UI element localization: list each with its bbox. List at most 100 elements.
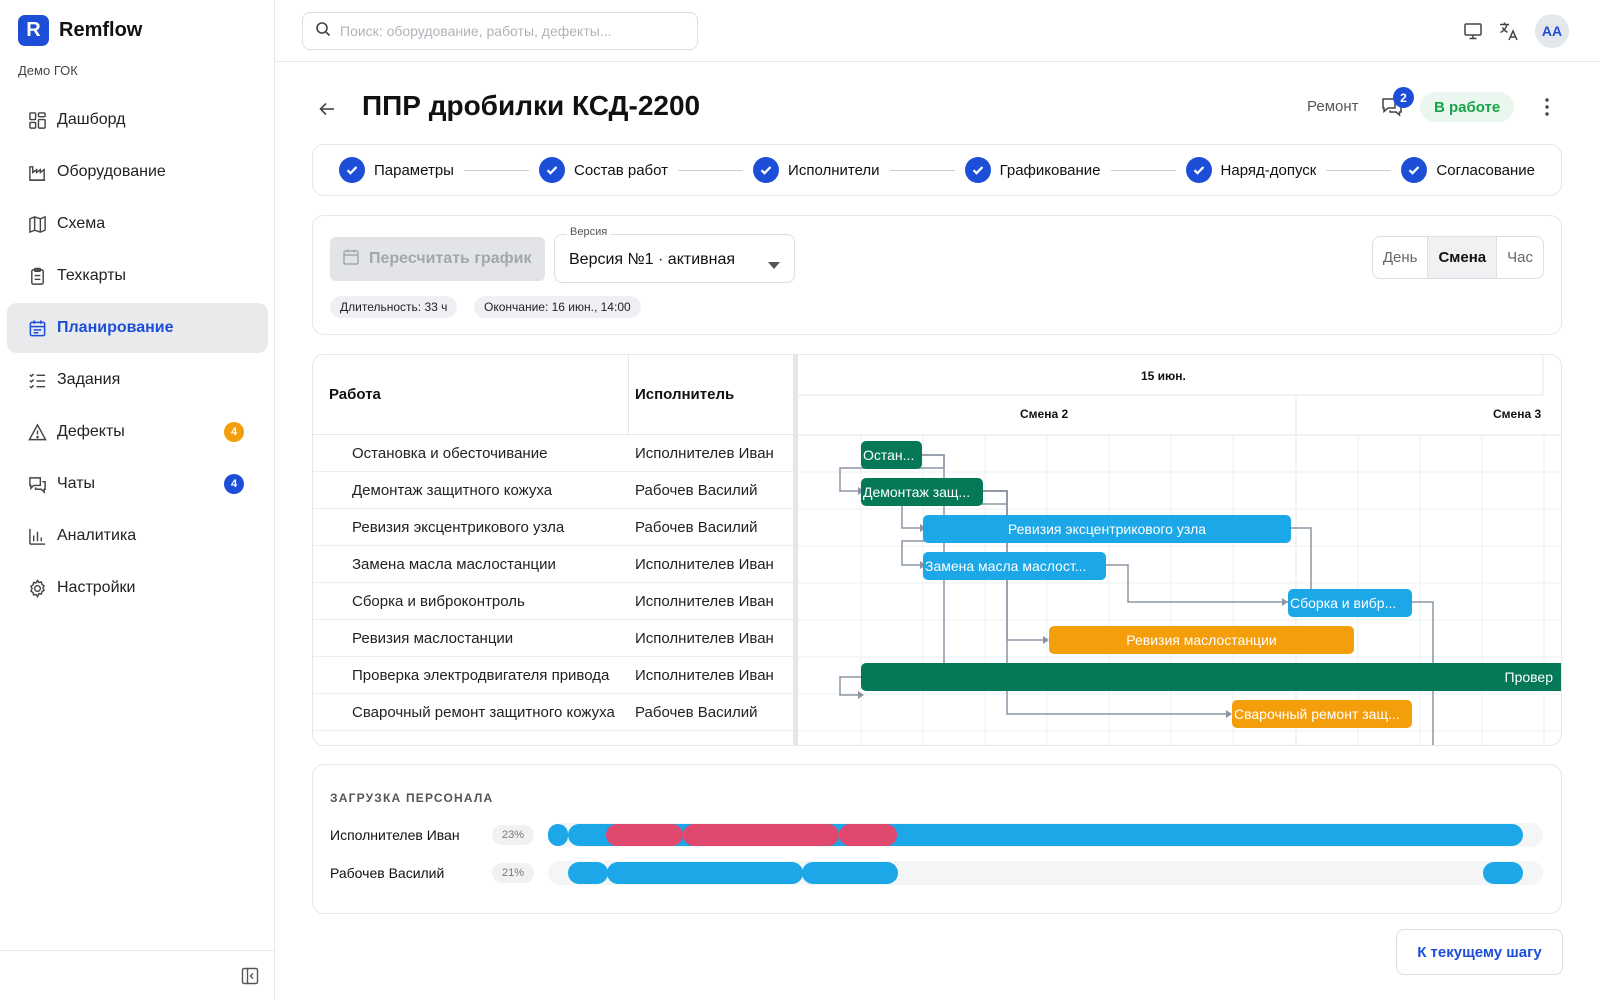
step-connector [1326, 169, 1392, 171]
bar-chart-icon [27, 526, 47, 546]
user-avatar[interactable]: AA [1535, 14, 1569, 48]
version-select[interactable]: Версия №1 · активная [554, 234, 795, 283]
clipboard-icon [27, 266, 47, 286]
sidebar-item-defects[interactable]: Дефекты 4 [7, 407, 268, 457]
step-parameters[interactable]: Параметры [339, 157, 454, 183]
column-header-work: Работа [313, 355, 629, 435]
sidebar-footer [0, 950, 275, 1000]
sidebar-item-label: Схема [57, 215, 106, 232]
workload-overload-segment [606, 824, 683, 846]
step-executors[interactable]: Исполнители [753, 157, 880, 183]
task-name: Ревизия эксцентрикового узла [352, 518, 565, 536]
table-row[interactable]: Замена масла маслостанции Исполнителев Ив… [313, 546, 793, 583]
table-row[interactable]: Демонтаж защитного кожуха Рабочев Василий [313, 472, 793, 509]
brand-name: Remflow [59, 19, 143, 41]
task-executor: Исполнителев Иван [635, 592, 774, 610]
status-badge[interactable]: В работе [1420, 92, 1515, 122]
gear-icon [27, 578, 47, 598]
task-name: Сборка и виброконтроль [352, 592, 525, 610]
gantt-bar[interactable]: Ревизия эксцентрикового узла [923, 515, 1291, 543]
search-input[interactable] [340, 23, 680, 39]
task-executor: Исполнителев Иван [635, 629, 774, 647]
recalculate-schedule-button[interactable]: Пересчитать график [330, 237, 545, 281]
defects-count-badge: 4 [224, 422, 244, 442]
scale-day-option[interactable]: День [1373, 237, 1429, 278]
collapse-sidebar-icon[interactable] [239, 965, 261, 987]
workload-track[interactable] [548, 861, 1543, 885]
sidebar-item-label: Техкарты [57, 267, 127, 284]
workload-segment [548, 824, 568, 846]
main-content: ППР дробилки КСД-2200 Ремонт 2 В работе … [275, 62, 1600, 1000]
page-title: ППР дробилки КСД-2200 [362, 90, 701, 121]
map-icon [27, 214, 47, 234]
table-row[interactable]: Сборка и виброконтроль Исполнителев Иван [313, 583, 793, 620]
brand[interactable]: R Remflow [18, 15, 142, 46]
wizard-stepper: Параметры Состав работ Исполнители Графи… [312, 144, 1562, 196]
step-approval[interactable]: Согласование [1401, 157, 1535, 183]
gantt-bar[interactable]: Замена масла маслост... [923, 552, 1106, 580]
task-name: Ревизия маслостанции [352, 629, 514, 647]
version-value: Версия №1 · активная [569, 251, 736, 268]
workload-segment [568, 862, 608, 884]
sidebar-item-dashboard[interactable]: Дашборд [7, 95, 268, 145]
step-work-composition[interactable]: Состав работ [539, 157, 668, 183]
gantt-bar[interactable]: Остан... [861, 441, 922, 469]
task-name: Остановка и обесточивание [352, 444, 548, 462]
sidebar-item-settings[interactable]: Настройки [7, 563, 268, 613]
org-name: Демо ГОК [18, 63, 78, 78]
staff-workload-panel: ЗАГРУЗКА ПЕРСОНАЛА Исполнителев Иван 23%… [312, 764, 1562, 914]
sidebar-item-analytics[interactable]: Аналитика [7, 511, 268, 561]
sidebar-item-chats[interactable]: Чаты 4 [7, 459, 268, 509]
remflow-logo-icon: R [18, 15, 49, 46]
gantt-bar[interactable]: Сборка и вибр... [1288, 589, 1412, 617]
sidebar-item-tasks[interactable]: Задания [7, 355, 268, 405]
step-scheduling[interactable]: Графикование [964, 157, 1101, 183]
table-row[interactable]: Ревизия эксцентрикового узла Рабочев Васи… [313, 509, 793, 546]
table-row[interactable]: Ревизия маслостанции Исполнителев Иван [313, 620, 793, 657]
sidebar-item-planning[interactable]: Планирование [7, 303, 268, 353]
translate-icon[interactable] [1496, 18, 1522, 44]
gantt-bar[interactable]: Сварочный ремонт защ... [1232, 700, 1412, 728]
more-vertical-icon[interactable] [1537, 95, 1557, 119]
sidebar-item-techcards[interactable]: Техкарты [7, 251, 268, 301]
gantt-bar[interactable]: Ревизия маслостанции [1049, 626, 1354, 654]
caret-down-icon [768, 256, 780, 274]
sidebar-item-scheme[interactable]: Схема [7, 199, 268, 249]
checklist-icon [27, 370, 47, 390]
monitor-icon[interactable] [1460, 18, 1486, 44]
go-to-current-step-button[interactable]: К текущему шагу [1396, 929, 1563, 975]
table-row[interactable]: Остановка и обесточивание Исполнителев Ив… [313, 435, 793, 472]
task-name: Сварочный ремонт защитного кожуха [352, 703, 615, 721]
gantt-bar[interactable]: Демонтаж защ... [861, 478, 983, 506]
workload-overload-segment [839, 824, 897, 846]
chat-icon [27, 474, 47, 494]
workload-track[interactable] [548, 823, 1543, 847]
workload-overload-segment [683, 824, 839, 846]
table-row[interactable]: Сварочный ремонт защитного кожуха Рабочев… [313, 694, 793, 731]
scale-hour-option[interactable]: Час [1497, 237, 1543, 278]
scale-shift-option[interactable]: Смена [1428, 237, 1498, 278]
timeline-day-label: 15 июн. [1141, 369, 1186, 383]
check-icon [539, 157, 565, 183]
gantt-bar[interactable]: Провер [861, 663, 1561, 691]
dashboard-icon [27, 110, 47, 130]
gantt-timeline[interactable]: 15 июн. Смена 2 Смена 3 Остан... Демонта… [798, 355, 1561, 745]
gantt-task-table: Работа Исполнитель Остановка и обесточив… [313, 355, 793, 745]
step-connector [889, 169, 955, 171]
task-executor: Исполнителев Иван [635, 444, 774, 462]
sidebar-item-label: Дашборд [57, 111, 126, 128]
topbar: AA [275, 0, 1600, 62]
step-work-permit[interactable]: Наряд-допуск [1185, 157, 1316, 183]
check-icon [753, 157, 780, 183]
workload-title: ЗАГРУЗКА ПЕРСОНАЛА [330, 791, 494, 805]
sidebar-item-label: Аналитика [57, 527, 137, 544]
table-row[interactable]: Проверка электродвигателя привода Исполни… [313, 657, 793, 694]
sidebar-item-label: Задания [57, 371, 121, 388]
timeline-shift-label: Смена 2 [1020, 407, 1069, 421]
search-box[interactable] [302, 12, 698, 50]
back-arrow-icon[interactable] [315, 97, 339, 121]
step-connector [678, 169, 744, 171]
check-icon [1401, 157, 1428, 183]
sidebar-item-equipment[interactable]: Оборудование [7, 147, 268, 197]
sidebar: R Remflow Демо ГОК Дашборд Оборудование … [0, 0, 275, 1000]
